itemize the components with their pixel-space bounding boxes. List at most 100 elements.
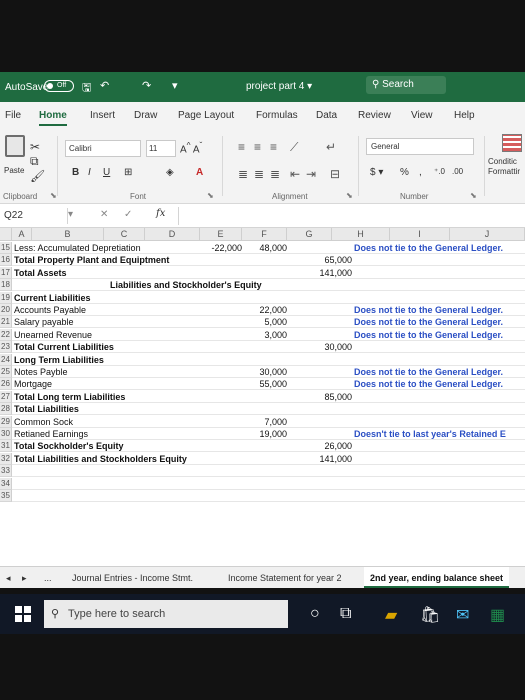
cell-h[interactable]: Does not tie to the General Ledger. [354, 316, 503, 328]
indent-icon[interactable]: ⇤ [290, 167, 300, 181]
cell-f[interactable] [244, 254, 287, 266]
cell-f[interactable] [244, 440, 287, 452]
sheet-tab-journal[interactable]: Journal Entries - Income Stmt. [72, 573, 193, 583]
cell-e[interactable] [200, 403, 242, 415]
cell-f[interactable]: 7,000 [244, 416, 287, 428]
tab-home[interactable]: Home [39, 110, 67, 126]
cell-e[interactable] [200, 478, 242, 490]
cell-e[interactable] [200, 316, 242, 328]
cell-g[interactable]: 141,000 [289, 267, 352, 279]
cell-label[interactable]: Common Sock [14, 416, 73, 428]
cell-e[interactable] [200, 490, 242, 502]
fill-color-icon[interactable]: ◈ [166, 167, 174, 178]
cell-e[interactable] [200, 391, 242, 403]
row-header[interactable]: 26 [0, 378, 12, 391]
cell-f[interactable] [244, 465, 287, 477]
windows-start-icon[interactable] [15, 606, 31, 622]
next-sheet-icon[interactable]: ▸ [22, 573, 27, 584]
column-header[interactable]: J [450, 228, 525, 241]
cortana-icon[interactable]: ○ [310, 605, 320, 623]
cell-label[interactable]: Unearned Revenue [14, 329, 92, 341]
cell-label[interactable]: Total Liabilities [14, 403, 79, 415]
cell-e[interactable] [200, 428, 242, 440]
cell-label[interactable]: Current Liabilities [14, 292, 91, 304]
select-all-corner[interactable] [0, 228, 12, 241]
cell-e[interactable]: -22,000 [200, 242, 242, 254]
cell-h[interactable]: Does not tie to the General Ledger. [354, 329, 503, 341]
cell-f[interactable] [244, 354, 287, 366]
cell-h[interactable]: Does not tie to the General Ledger. [354, 242, 503, 254]
cell-g[interactable]: 65,000 [289, 254, 352, 266]
cell-label[interactable]: Less: Accumulated Depretiation [14, 242, 141, 254]
cell-e[interactable] [200, 254, 242, 266]
column-header[interactable]: C [104, 228, 145, 241]
save-icon[interactable]: 🖫 [82, 79, 91, 98]
cell-label[interactable]: Total Liabilities and Stockholders Equit… [14, 453, 187, 465]
orientation-icon[interactable]: ⟋ [290, 140, 298, 155]
cell-f[interactable] [244, 490, 287, 502]
cell-label[interactable]: Notes Payble [14, 366, 68, 378]
prev-sheet-icon[interactable]: ◂ [6, 573, 11, 584]
row-header[interactable]: 32 [0, 452, 12, 465]
cell-g[interactable] [289, 316, 352, 328]
align-bottom-icon[interactable]: ≡ [270, 140, 277, 154]
cell-e[interactable] [200, 416, 242, 428]
decrease-decimal-icon[interactable]: .00 [452, 167, 463, 176]
row-header[interactable]: 15 [0, 242, 12, 254]
cell-f[interactable] [244, 453, 287, 465]
row-header[interactable]: 19 [0, 291, 12, 304]
cell-g[interactable] [289, 403, 352, 415]
cell-f[interactable] [244, 267, 287, 279]
name-box-dropdown-icon[interactable]: ▾ [68, 209, 73, 220]
cell-label[interactable]: Total Current Liabilities [14, 341, 114, 353]
row-header[interactable]: 34 [0, 477, 12, 490]
cell-e[interactable] [200, 465, 242, 477]
customize-icon[interactable]: ▾ [172, 79, 178, 92]
sheet-tab-balance-sheet[interactable]: 2nd year, ending balance sheet [364, 567, 510, 588]
column-header[interactable]: A [12, 228, 32, 241]
undo-icon[interactable]: ↶ [100, 79, 109, 92]
cell-label[interactable]: Total Sockholder's Equity [14, 440, 124, 452]
align-middle-icon[interactable]: ≡ [254, 140, 261, 154]
align-right-icon[interactable]: ≣ [270, 167, 280, 181]
cancel-icon[interactable]: ✕ [100, 209, 108, 220]
cell-label[interactable]: Salary payable [14, 316, 74, 328]
row-header[interactable]: 22 [0, 328, 12, 341]
cell-label[interactable]: Total Property Plant and Equiptment [14, 254, 169, 266]
name-box[interactable]: Q22 [2, 208, 68, 224]
tab-data[interactable]: Data [316, 110, 337, 121]
cell-g[interactable] [289, 478, 352, 490]
cell-f[interactable]: 5,000 [244, 316, 287, 328]
cell-g[interactable]: 85,000 [289, 391, 352, 403]
cell-g[interactable] [289, 490, 352, 502]
row-header[interactable]: 27 [0, 390, 12, 403]
align-center-icon[interactable]: ≣ [254, 167, 264, 181]
outdent-icon[interactable]: ⇥ [306, 167, 316, 181]
cell-g[interactable]: 26,000 [289, 440, 352, 452]
cell-f[interactable] [244, 391, 287, 403]
row-header[interactable]: 18 [0, 279, 12, 292]
cell-g[interactable] [289, 329, 352, 341]
cell-f[interactable] [244, 478, 287, 490]
autosave-toggle[interactable]: Off [44, 80, 74, 92]
insert-function-icon[interactable]: fx [156, 208, 165, 219]
cell-label[interactable]: Retianed Earnings [14, 428, 88, 440]
column-header[interactable]: D [145, 228, 200, 241]
formula-input[interactable] [178, 207, 525, 225]
column-header[interactable]: I [390, 228, 450, 241]
cell-g[interactable] [289, 292, 352, 304]
tab-help[interactable]: Help [454, 110, 475, 121]
dialog-launcher-icon[interactable]: ⬊ [50, 191, 57, 200]
underline-button[interactable]: U [103, 167, 110, 178]
paste-button[interactable]: Paste [4, 166, 24, 175]
conditional-formatting-icon[interactable] [502, 134, 522, 152]
row-header[interactable]: 21 [0, 316, 12, 329]
cell-f[interactable]: 48,000 [244, 242, 287, 254]
task-view-icon[interactable]: ⧉ [340, 605, 351, 623]
cell-e[interactable] [200, 279, 242, 291]
cell-g[interactable] [289, 378, 352, 390]
cell-label[interactable]: Accounts Payable [14, 304, 86, 316]
align-top-icon[interactable]: ≡ [238, 140, 245, 154]
dialog-launcher-icon[interactable]: ⬊ [207, 191, 214, 200]
percent-icon[interactable]: % [400, 167, 409, 178]
